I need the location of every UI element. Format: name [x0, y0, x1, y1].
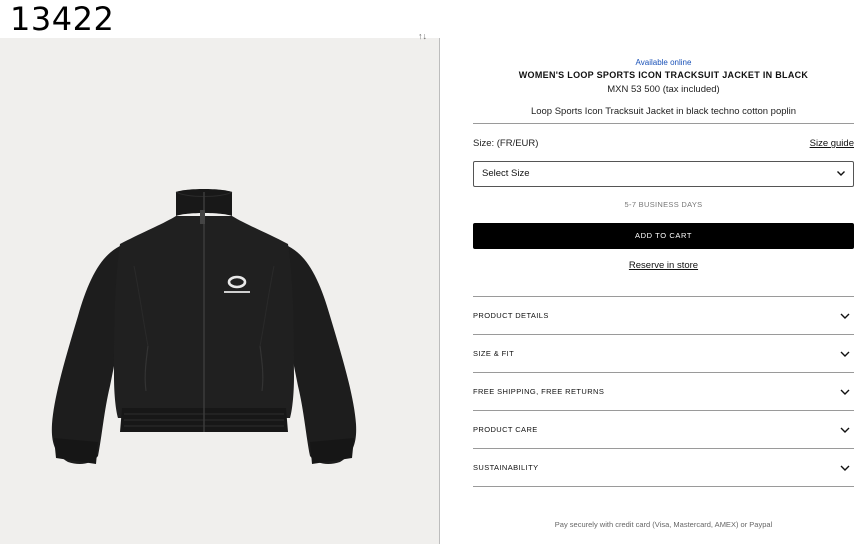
- add-to-cart-button[interactable]: ADD TO CART: [473, 223, 854, 249]
- chevron-down-icon: [840, 313, 850, 319]
- accordion-label: PRODUCT DETAILS: [473, 311, 549, 320]
- payment-note: Pay securely with credit card (Visa, Mas…: [554, 520, 773, 529]
- reserve-in-store: Reserve in store: [473, 260, 854, 271]
- frame-id-label: 13422: [10, 0, 115, 38]
- size-label: Size: (FR/EUR): [473, 138, 539, 149]
- chevron-down-icon: [840, 351, 850, 357]
- jacket-product-image: [51, 189, 357, 464]
- chevron-down-icon: [837, 171, 845, 176]
- accordion-label: PRODUCT CARE: [473, 425, 538, 434]
- divider: [473, 123, 854, 124]
- accordion-label: SUSTAINABILITY: [473, 463, 539, 472]
- size-select-dropdown[interactable]: Select Size: [473, 161, 854, 187]
- accordion-size-fit[interactable]: SIZE & FIT: [473, 335, 854, 372]
- size-select-value: Select Size: [482, 168, 530, 179]
- panel-divider: [439, 38, 440, 544]
- divider: [473, 486, 854, 487]
- product-price: MXN 53 500 (tax included): [607, 84, 720, 95]
- accordion-sustainability[interactable]: SUSTAINABILITY: [473, 449, 854, 486]
- accordion-label: SIZE & FIT: [473, 349, 515, 358]
- delivery-estimate: 5-7 BUSINESS DAYS: [624, 200, 703, 209]
- accordion-product-care[interactable]: PRODUCT CARE: [473, 411, 854, 448]
- availability-status: Available online: [635, 58, 692, 67]
- gallery-scroll-marker: ↑↓: [418, 31, 427, 41]
- product-title: WOMEN'S LOOP SPORTS ICON TRACKSUIT JACKE…: [518, 70, 809, 80]
- chevron-down-icon: [840, 389, 850, 395]
- product-image-gallery[interactable]: [0, 38, 439, 544]
- accordion-product-details[interactable]: PRODUCT DETAILS: [473, 297, 854, 334]
- reserve-in-store-link[interactable]: Reserve in store: [629, 260, 698, 271]
- accordion-label: FREE SHIPPING, FREE RETURNS: [473, 387, 605, 396]
- accordion-shipping-returns[interactable]: FREE SHIPPING, FREE RETURNS: [473, 373, 854, 410]
- chevron-down-icon: [840, 427, 850, 433]
- size-guide-link[interactable]: Size guide: [810, 138, 854, 149]
- chevron-down-icon: [840, 465, 850, 471]
- product-description: Loop Sports Icon Tracksuit Jacket in bla…: [530, 106, 797, 117]
